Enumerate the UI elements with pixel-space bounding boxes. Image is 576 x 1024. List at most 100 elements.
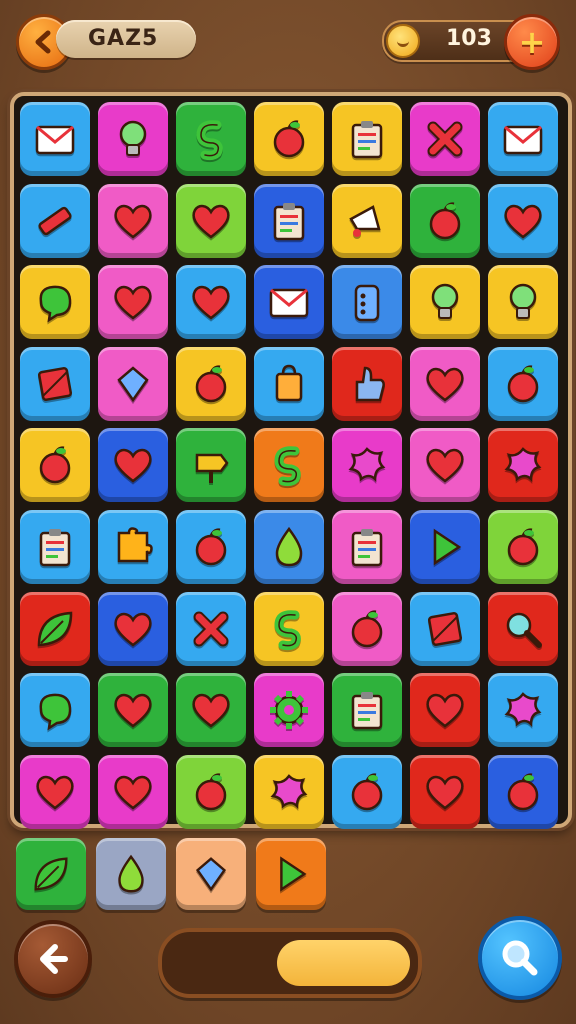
tile[interactable] [98,754,168,829]
tray-tile[interactable] [16,838,86,910]
tile[interactable] [488,754,558,829]
bulb-icon [509,283,537,320]
tile[interactable] [254,183,324,258]
clipboard-icon [351,529,383,567]
tile[interactable] [98,265,168,340]
tile[interactable] [254,102,324,176]
heart-icon [114,204,152,239]
tile[interactable] [332,754,402,829]
tile[interactable] [176,346,246,421]
heart-icon [114,694,152,728]
tile[interactable] [98,673,168,748]
tile[interactable] [176,265,246,340]
tile[interactable] [410,591,480,666]
apple-icon [195,365,227,403]
hint-search-button[interactable] [478,916,562,1000]
tile[interactable] [20,428,90,503]
magnifier-icon [506,612,542,648]
tile[interactable] [20,102,90,176]
tile[interactable] [488,591,558,666]
tile[interactable] [410,510,480,584]
tile[interactable] [254,428,324,503]
tile[interactable] [410,265,480,340]
splat-icon [348,447,386,483]
tile[interactable] [176,673,246,748]
add-coins-button[interactable]: + [504,14,560,70]
tile[interactable] [98,102,168,176]
apple-icon [351,773,383,811]
splat-icon [504,447,542,483]
tile[interactable] [254,265,324,340]
tile[interactable] [332,346,402,421]
tile[interactable] [98,428,168,503]
tile[interactable] [176,183,246,258]
tile[interactable] [20,183,90,258]
tray-tile[interactable] [256,838,326,910]
clipboard-icon [39,529,71,567]
tile[interactable] [332,510,402,584]
tile[interactable] [20,673,90,748]
tile[interactable] [410,102,480,176]
progress-fill [277,940,410,986]
tile[interactable] [254,510,324,584]
plus-icon: + [518,23,546,61]
heart-icon [192,286,230,320]
marker-icon [38,206,72,235]
tile[interactable] [332,673,402,748]
tile[interactable] [20,346,90,421]
tray-tile[interactable] [176,838,246,910]
apple-icon [507,773,539,811]
tile[interactable] [488,346,558,421]
tile[interactable] [98,183,168,258]
tile[interactable] [20,510,90,584]
tile[interactable] [332,265,402,340]
tile[interactable] [488,428,558,503]
gem-icon [117,366,149,402]
play-icon [433,528,462,566]
tile[interactable] [488,510,558,584]
undo-button[interactable] [14,920,92,998]
heart-icon [426,449,464,483]
bulb-icon [119,120,147,156]
tile[interactable] [332,428,402,503]
clipboard-icon [351,121,383,159]
tile[interactable] [176,428,246,503]
blob-icon [39,285,72,323]
clipboard-icon [351,692,383,730]
back-arrow-icon [40,944,68,974]
tile[interactable] [488,102,558,176]
tile[interactable] [20,265,90,340]
tile[interactable] [488,673,558,748]
tile[interactable] [176,510,246,584]
tile[interactable] [176,591,246,666]
tile[interactable] [98,510,168,584]
tile[interactable] [410,673,480,748]
tile[interactable] [410,428,480,503]
heart-icon [114,775,152,810]
tile[interactable] [254,346,324,421]
tile[interactable] [410,754,480,829]
tile[interactable] [488,183,558,258]
level-label: GAZ5 [88,26,159,51]
tile[interactable] [98,346,168,421]
tile[interactable] [488,265,558,340]
tile[interactable] [254,673,324,748]
tile[interactable] [410,183,480,258]
envelope-icon [503,125,543,155]
heart-icon [192,204,230,239]
tile[interactable] [254,591,324,666]
tile[interactable] [332,102,402,176]
tile[interactable] [20,754,90,829]
tile[interactable] [98,591,168,666]
tray-tile[interactable] [96,838,166,910]
tile[interactable] [20,591,90,666]
leaf-icon [37,611,73,646]
tile[interactable] [410,346,480,421]
tile[interactable] [332,591,402,666]
apple-icon [39,446,71,484]
swirl-icon [274,446,301,487]
tile[interactable] [254,754,324,829]
tile[interactable] [332,183,402,258]
tile[interactable] [176,102,246,176]
tile[interactable] [176,754,246,829]
